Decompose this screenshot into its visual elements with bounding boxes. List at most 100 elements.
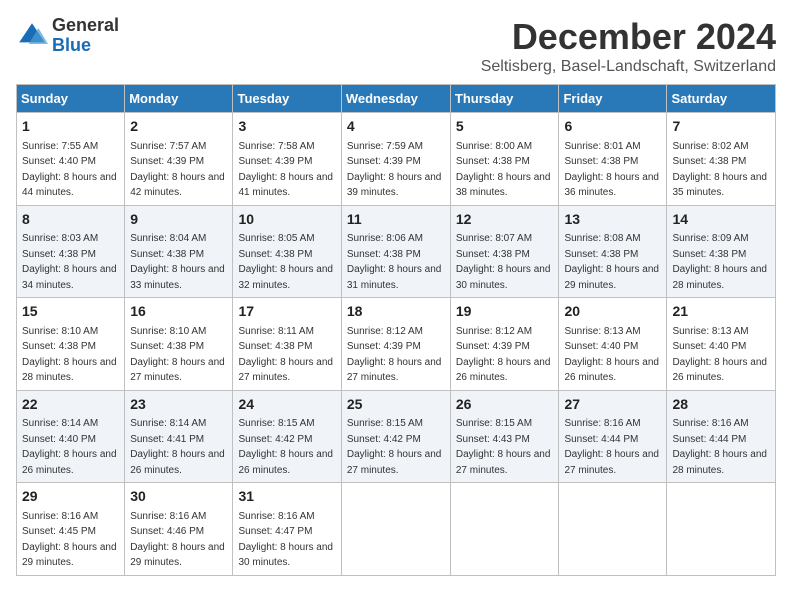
calendar-cell: 10 Sunrise: 8:05 AMSunset: 4:38 PMDaylig… (233, 205, 341, 298)
calendar-week-4: 22 Sunrise: 8:14 AMSunset: 4:40 PMDaylig… (17, 390, 776, 483)
calendar-cell: 17 Sunrise: 8:11 AMSunset: 4:38 PMDaylig… (233, 298, 341, 391)
calendar-cell: 25 Sunrise: 8:15 AMSunset: 4:42 PMDaylig… (341, 390, 450, 483)
day-number: 29 (22, 487, 119, 507)
day-detail: Sunrise: 8:09 AMSunset: 4:38 PMDaylight:… (672, 233, 767, 291)
calendar-week-5: 29 Sunrise: 8:16 AMSunset: 4:45 PMDaylig… (17, 483, 776, 576)
day-number: 8 (22, 210, 119, 230)
day-detail: Sunrise: 8:14 AMSunset: 4:41 PMDaylight:… (130, 418, 225, 476)
day-header-monday: Monday (125, 85, 233, 113)
day-detail: Sunrise: 8:03 AMSunset: 4:38 PMDaylight:… (22, 233, 117, 291)
calendar-cell: 3 Sunrise: 7:58 AMSunset: 4:39 PMDayligh… (233, 113, 341, 206)
calendar-week-1: 1 Sunrise: 7:55 AMSunset: 4:40 PMDayligh… (17, 113, 776, 206)
calendar-cell: 27 Sunrise: 8:16 AMSunset: 4:44 PMDaylig… (559, 390, 667, 483)
calendar-cell: 20 Sunrise: 8:13 AMSunset: 4:40 PMDaylig… (559, 298, 667, 391)
calendar-cell: 14 Sunrise: 8:09 AMSunset: 4:38 PMDaylig… (667, 205, 776, 298)
day-detail: Sunrise: 8:10 AMSunset: 4:38 PMDaylight:… (22, 326, 117, 384)
day-detail: Sunrise: 8:02 AMSunset: 4:38 PMDaylight:… (672, 141, 767, 199)
day-number: 16 (130, 302, 227, 322)
calendar-cell: 6 Sunrise: 8:01 AMSunset: 4:38 PMDayligh… (559, 113, 667, 206)
calendar-cell (341, 483, 450, 576)
calendar-cell: 31 Sunrise: 8:16 AMSunset: 4:47 PMDaylig… (233, 483, 341, 576)
day-number: 4 (347, 117, 445, 137)
day-number: 17 (238, 302, 335, 322)
logo: General Blue (16, 16, 119, 56)
day-number: 11 (347, 210, 445, 230)
day-detail: Sunrise: 8:13 AMSunset: 4:40 PMDaylight:… (564, 326, 659, 384)
calendar-cell: 26 Sunrise: 8:15 AMSunset: 4:43 PMDaylig… (450, 390, 559, 483)
day-number: 30 (130, 487, 227, 507)
day-number: 1 (22, 117, 119, 137)
day-detail: Sunrise: 8:08 AMSunset: 4:38 PMDaylight:… (564, 233, 659, 291)
day-number: 13 (564, 210, 661, 230)
day-header-tuesday: Tuesday (233, 85, 341, 113)
day-detail: Sunrise: 8:05 AMSunset: 4:38 PMDaylight:… (238, 233, 333, 291)
day-detail: Sunrise: 7:55 AMSunset: 4:40 PMDaylight:… (22, 141, 117, 199)
day-number: 9 (130, 210, 227, 230)
day-detail: Sunrise: 8:04 AMSunset: 4:38 PMDaylight:… (130, 233, 225, 291)
month-title: December 2024 (481, 16, 776, 58)
day-number: 15 (22, 302, 119, 322)
day-number: 12 (456, 210, 554, 230)
calendar-cell: 16 Sunrise: 8:10 AMSunset: 4:38 PMDaylig… (125, 298, 233, 391)
day-header-saturday: Saturday (667, 85, 776, 113)
day-detail: Sunrise: 8:12 AMSunset: 4:39 PMDaylight:… (456, 326, 551, 384)
day-detail: Sunrise: 8:15 AMSunset: 4:43 PMDaylight:… (456, 418, 551, 476)
day-detail: Sunrise: 8:06 AMSunset: 4:38 PMDaylight:… (347, 233, 442, 291)
day-number: 27 (564, 395, 661, 415)
calendar-cell: 13 Sunrise: 8:08 AMSunset: 4:38 PMDaylig… (559, 205, 667, 298)
day-number: 20 (564, 302, 661, 322)
calendar-cell: 8 Sunrise: 8:03 AMSunset: 4:38 PMDayligh… (17, 205, 125, 298)
day-detail: Sunrise: 8:16 AMSunset: 4:45 PMDaylight:… (22, 511, 117, 569)
day-detail: Sunrise: 7:59 AMSunset: 4:39 PMDaylight:… (347, 141, 442, 199)
day-detail: Sunrise: 8:12 AMSunset: 4:39 PMDaylight:… (347, 326, 442, 384)
day-detail: Sunrise: 8:11 AMSunset: 4:38 PMDaylight:… (238, 326, 333, 384)
day-number: 7 (672, 117, 770, 137)
day-header-wednesday: Wednesday (341, 85, 450, 113)
day-number: 26 (456, 395, 554, 415)
calendar-week-2: 8 Sunrise: 8:03 AMSunset: 4:38 PMDayligh… (17, 205, 776, 298)
day-detail: Sunrise: 8:13 AMSunset: 4:40 PMDaylight:… (672, 326, 767, 384)
day-number: 28 (672, 395, 770, 415)
calendar-cell: 7 Sunrise: 8:02 AMSunset: 4:38 PMDayligh… (667, 113, 776, 206)
calendar-cell: 15 Sunrise: 8:10 AMSunset: 4:38 PMDaylig… (17, 298, 125, 391)
day-number: 5 (456, 117, 554, 137)
day-detail: Sunrise: 8:14 AMSunset: 4:40 PMDaylight:… (22, 418, 117, 476)
day-detail: Sunrise: 8:16 AMSunset: 4:44 PMDaylight:… (564, 418, 659, 476)
calendar-cell: 2 Sunrise: 7:57 AMSunset: 4:39 PMDayligh… (125, 113, 233, 206)
day-number: 21 (672, 302, 770, 322)
day-number: 23 (130, 395, 227, 415)
logo-general-text: General (52, 16, 119, 36)
location-subtitle: Seltisberg, Basel-Landschaft, Switzerlan… (481, 58, 776, 76)
calendar-cell: 24 Sunrise: 8:15 AMSunset: 4:42 PMDaylig… (233, 390, 341, 483)
day-header-sunday: Sunday (17, 85, 125, 113)
calendar-table: SundayMondayTuesdayWednesdayThursdayFrid… (16, 84, 776, 576)
day-number: 19 (456, 302, 554, 322)
day-number: 22 (22, 395, 119, 415)
calendar-cell: 29 Sunrise: 8:16 AMSunset: 4:45 PMDaylig… (17, 483, 125, 576)
day-number: 3 (238, 117, 335, 137)
title-block: December 2024 Seltisberg, Basel-Landscha… (481, 16, 776, 76)
day-detail: Sunrise: 8:10 AMSunset: 4:38 PMDaylight:… (130, 326, 225, 384)
day-detail: Sunrise: 8:00 AMSunset: 4:38 PMDaylight:… (456, 141, 551, 199)
calendar-cell: 9 Sunrise: 8:04 AMSunset: 4:38 PMDayligh… (125, 205, 233, 298)
calendar-week-3: 15 Sunrise: 8:10 AMSunset: 4:38 PMDaylig… (17, 298, 776, 391)
calendar-cell: 11 Sunrise: 8:06 AMSunset: 4:38 PMDaylig… (341, 205, 450, 298)
day-header-friday: Friday (559, 85, 667, 113)
calendar-cell: 5 Sunrise: 8:00 AMSunset: 4:38 PMDayligh… (450, 113, 559, 206)
day-number: 31 (238, 487, 335, 507)
calendar-cell (559, 483, 667, 576)
day-detail: Sunrise: 8:16 AMSunset: 4:47 PMDaylight:… (238, 511, 333, 569)
day-number: 10 (238, 210, 335, 230)
day-detail: Sunrise: 8:01 AMSunset: 4:38 PMDaylight:… (564, 141, 659, 199)
calendar-cell: 1 Sunrise: 7:55 AMSunset: 4:40 PMDayligh… (17, 113, 125, 206)
calendar-cell: 23 Sunrise: 8:14 AMSunset: 4:41 PMDaylig… (125, 390, 233, 483)
calendar-cell: 30 Sunrise: 8:16 AMSunset: 4:46 PMDaylig… (125, 483, 233, 576)
calendar-cell: 28 Sunrise: 8:16 AMSunset: 4:44 PMDaylig… (667, 390, 776, 483)
logo-blue-text: Blue (52, 36, 119, 56)
calendar-cell: 19 Sunrise: 8:12 AMSunset: 4:39 PMDaylig… (450, 298, 559, 391)
calendar-header-row: SundayMondayTuesdayWednesdayThursdayFrid… (17, 85, 776, 113)
calendar-cell: 18 Sunrise: 8:12 AMSunset: 4:39 PMDaylig… (341, 298, 450, 391)
day-header-thursday: Thursday (450, 85, 559, 113)
day-detail: Sunrise: 7:57 AMSunset: 4:39 PMDaylight:… (130, 141, 225, 199)
day-detail: Sunrise: 8:07 AMSunset: 4:38 PMDaylight:… (456, 233, 551, 291)
